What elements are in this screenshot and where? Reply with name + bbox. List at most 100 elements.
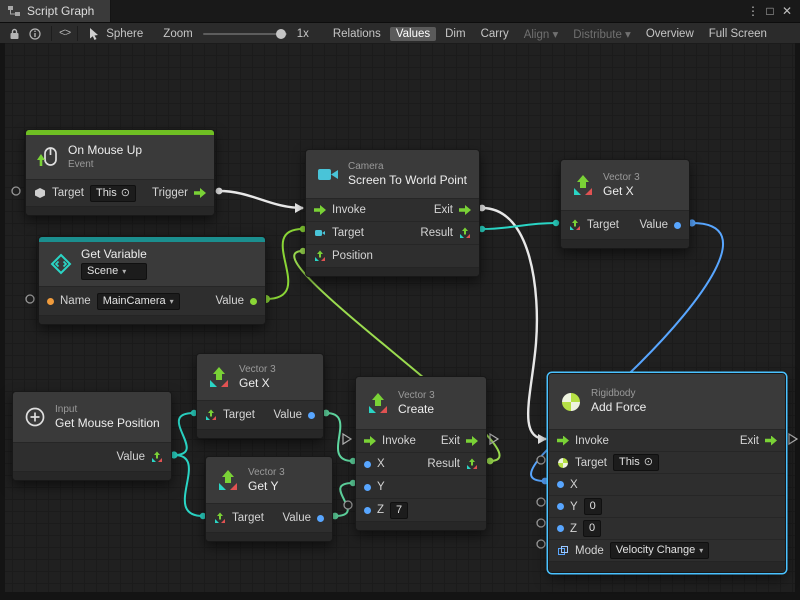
variable-scope-dropdown[interactable]: Scene▾ bbox=[81, 263, 147, 280]
tab-script-graph[interactable]: Script Graph bbox=[0, 0, 111, 22]
vector3-icon bbox=[207, 365, 231, 389]
zoom-value: 1x bbox=[297, 28, 309, 40]
unconnected-port[interactable] bbox=[12, 187, 20, 195]
vector3-icon bbox=[216, 468, 240, 492]
vector3-port-icon[interactable] bbox=[151, 451, 163, 463]
camera-type-icon bbox=[314, 227, 326, 239]
node-get-x-mid[interactable]: Vector 3 Get X Target Value bbox=[196, 353, 324, 439]
port-label-value: Value bbox=[215, 295, 244, 307]
unconnected-flow-port[interactable] bbox=[343, 434, 351, 444]
node-create-vector3[interactable]: Vector 3 Create Invoke Exit X Result bbox=[355, 376, 487, 531]
zoom-slider[interactable] bbox=[203, 33, 287, 35]
unconnected-flow-port[interactable] bbox=[490, 434, 498, 444]
float-output-port[interactable] bbox=[674, 222, 681, 229]
chevron-down-icon: ▾ bbox=[699, 544, 703, 557]
lock-icon[interactable] bbox=[5, 26, 23, 42]
node-get-y[interactable]: Vector 3 Get Y Target Value bbox=[205, 456, 333, 542]
port-label-exit: Exit bbox=[740, 435, 759, 447]
overview-button[interactable]: Overview bbox=[640, 27, 700, 41]
dim-button[interactable]: Dim bbox=[439, 27, 471, 41]
node-get-mouse-position[interactable]: Input Get Mouse Position Value bbox=[12, 391, 172, 481]
graph-owner-label[interactable]: Sphere bbox=[106, 28, 143, 40]
flow-port[interactable] bbox=[216, 188, 223, 195]
float-input-port[interactable] bbox=[557, 481, 564, 488]
carry-button[interactable]: Carry bbox=[475, 27, 515, 41]
float-input-port[interactable] bbox=[364, 507, 371, 514]
value-port[interactable] bbox=[553, 220, 559, 226]
graph-canvas[interactable]: On Mouse Up Event Target This⊙ Trigger bbox=[0, 43, 800, 600]
tab-bar: Script Graph ⋮ □ ✕ bbox=[0, 0, 800, 23]
window-menu-icon[interactable]: ⋮ bbox=[745, 4, 761, 18]
node-header: Rigidbody Add Force bbox=[549, 374, 785, 429]
float-input-port[interactable] bbox=[364, 461, 371, 468]
target-value-chip[interactable]: This⊙ bbox=[613, 454, 659, 471]
flow-output-port[interactable] bbox=[194, 188, 206, 198]
port-row: X Result bbox=[356, 452, 486, 475]
flow-output-port[interactable] bbox=[459, 205, 471, 215]
vector3-port-icon[interactable] bbox=[205, 409, 217, 421]
unconnected-port[interactable] bbox=[537, 456, 545, 464]
port-label-target: Target bbox=[575, 457, 607, 469]
float-output-port[interactable] bbox=[317, 515, 324, 522]
y-value-field[interactable]: 0 bbox=[584, 498, 602, 515]
node-get-x-top[interactable]: Vector 3 Get X Target Value bbox=[560, 159, 690, 249]
wire-variable-to-camera-target bbox=[266, 229, 303, 299]
vector3-port-icon[interactable] bbox=[314, 250, 326, 262]
port-row: Name MainCamera▾ Value bbox=[39, 286, 265, 315]
port-label-mode: Mode bbox=[575, 545, 604, 557]
script-graph-icon bbox=[7, 5, 21, 17]
flow-output-port[interactable] bbox=[466, 436, 478, 446]
port-label-result: Result bbox=[427, 458, 460, 470]
node-get-variable[interactable]: Get Variable Scene▾ Name MainCamera▾ Val… bbox=[38, 236, 266, 325]
unconnected-port[interactable] bbox=[537, 498, 545, 506]
distribute-button[interactable]: Distribute ▾ bbox=[567, 26, 637, 42]
input-icon bbox=[23, 405, 47, 429]
node-screen-to-world-point[interactable]: Camera Screen To World Point Invoke Exit… bbox=[305, 149, 480, 277]
z-value-field[interactable]: 7 bbox=[390, 502, 408, 519]
target-picker-icon[interactable]: ⊙ bbox=[121, 187, 130, 200]
node-footer bbox=[39, 315, 265, 324]
z-value-field[interactable]: 0 bbox=[583, 520, 601, 537]
port-row: Target Value bbox=[197, 400, 323, 429]
flow-output-port[interactable] bbox=[765, 436, 777, 446]
node-on-mouse-up[interactable]: On Mouse Up Event Target This⊙ Trigger bbox=[25, 129, 215, 216]
zoom-slider-handle[interactable] bbox=[276, 29, 286, 39]
float-output-port[interactable] bbox=[308, 412, 315, 419]
flow-input-port[interactable] bbox=[557, 436, 569, 446]
string-port[interactable] bbox=[47, 298, 54, 305]
variable-name-dropdown[interactable]: MainCamera▾ bbox=[97, 293, 180, 310]
node-header: Vector 3 Get X bbox=[197, 354, 323, 400]
vector3-port-icon[interactable] bbox=[569, 219, 581, 231]
object-output-port[interactable] bbox=[250, 298, 257, 305]
force-mode-dropdown[interactable]: Velocity Change▾ bbox=[610, 542, 710, 559]
value-port[interactable] bbox=[487, 458, 494, 465]
port-row: Target This⊙ Trigger bbox=[26, 179, 214, 206]
flow-input-port[interactable] bbox=[364, 436, 376, 446]
vector3-port-icon[interactable] bbox=[214, 512, 226, 524]
node-add-force[interactable]: Rigidbody Add Force Invoke Exit Target bbox=[548, 373, 786, 573]
float-input-port[interactable] bbox=[364, 484, 371, 491]
float-input-port[interactable] bbox=[557, 503, 564, 510]
window-maximize-icon[interactable]: □ bbox=[762, 4, 778, 18]
port-label-position: Position bbox=[332, 250, 373, 262]
tab-title: Script Graph bbox=[27, 4, 94, 18]
fullscreen-button[interactable]: Full Screen bbox=[703, 27, 773, 41]
flow-arrowhead bbox=[538, 434, 547, 444]
relations-button[interactable]: Relations bbox=[327, 27, 387, 41]
code-view-icon[interactable]: <> bbox=[59, 28, 70, 40]
vector3-port-icon[interactable] bbox=[459, 227, 471, 239]
flow-input-port[interactable] bbox=[314, 205, 326, 215]
unconnected-port[interactable] bbox=[26, 295, 34, 303]
window-close-icon[interactable]: ✕ bbox=[779, 4, 795, 18]
unconnected-port[interactable] bbox=[537, 540, 545, 548]
target-picker-icon[interactable]: ⊙ bbox=[644, 456, 653, 469]
info-icon[interactable] bbox=[26, 26, 44, 42]
unconnected-port[interactable] bbox=[344, 501, 352, 509]
float-input-port[interactable] bbox=[557, 525, 564, 532]
unconnected-port[interactable] bbox=[537, 519, 545, 527]
port-label-y: Y bbox=[377, 481, 385, 493]
vector3-port-icon[interactable] bbox=[466, 458, 478, 470]
align-button[interactable]: Align ▾ bbox=[518, 26, 565, 42]
target-value-chip[interactable]: This⊙ bbox=[90, 185, 136, 202]
values-button[interactable]: Values bbox=[390, 27, 436, 41]
